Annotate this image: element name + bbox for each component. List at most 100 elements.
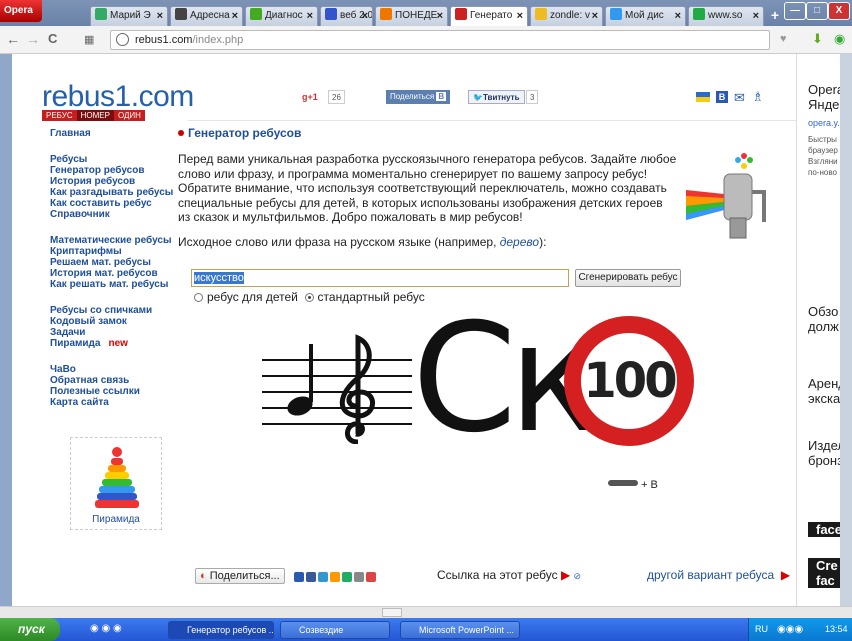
nav-link[interactable]: Карта сайта xyxy=(50,397,109,408)
nav-link[interactable]: Как решать мат. ребусы xyxy=(50,279,168,290)
mailru-icon[interactable] xyxy=(342,572,352,582)
horizontal-scrollbar[interactable] xyxy=(0,606,852,618)
livejournal-icon[interactable] xyxy=(354,572,364,582)
ad-block[interactable]: Cre fac xyxy=(808,558,840,588)
browser-tab[interactable]: Диагнос × xyxy=(245,6,318,26)
ad-text: Быстры браузер Взгляни по-ново xyxy=(808,135,838,177)
nav-link[interactable]: Математические ребусы xyxy=(50,235,172,246)
ad-block[interactable]: face xyxy=(808,522,840,537)
close-tab-icon[interactable]: × xyxy=(753,7,759,25)
nav-link[interactable]: Задачи xyxy=(50,327,85,338)
nav-link[interactable]: Ребусы со спичками xyxy=(50,305,152,316)
language-indicator[interactable]: RU xyxy=(755,618,768,641)
vk-icon[interactable] xyxy=(294,572,304,582)
download-icon[interactable]: ⬇ xyxy=(812,31,823,47)
close-window-button[interactable]: X xyxy=(828,2,850,20)
new-tab-button[interactable]: + xyxy=(767,8,783,24)
vk-icon[interactable]: B xyxy=(716,91,728,103)
ad-title-line2: fac xyxy=(816,573,835,588)
ukraine-flag-icon[interactable] xyxy=(696,92,710,102)
minimize-button[interactable]: — xyxy=(784,2,806,20)
nav-link[interactable]: Пирамида new xyxy=(50,338,128,349)
back-icon[interactable]: ← xyxy=(6,31,20,47)
nav-link-label: История ребусов xyxy=(50,176,136,187)
permalink[interactable]: Ссылка на этот ребус ▶ ⊘ xyxy=(437,568,581,582)
nav-link[interactable]: История ребусов xyxy=(50,176,135,187)
browser-tab[interactable]: веб 2.0 × xyxy=(320,6,373,26)
gplus-button[interactable]: g+1 xyxy=(302,90,318,104)
nav-link[interactable]: История мат. ребусов xyxy=(50,268,158,279)
nav-link-label: Ребусы со спичками xyxy=(50,305,153,316)
opera-menu-button[interactable]: Opera xyxy=(0,0,42,22)
ad-block[interactable]: OperaЯндек opera.y. Быстры браузер Взгляни… xyxy=(808,82,840,178)
ad-title-line2: долж xyxy=(808,319,839,334)
reload-icon[interactable]: C xyxy=(48,31,57,46)
nav-link[interactable]: Ребусы xyxy=(50,154,87,165)
nav-link[interactable]: Главная xyxy=(50,128,91,139)
task-powerpoint[interactable]: Microsoft PowerPoint ... xyxy=(400,621,520,639)
url-field[interactable]: rebus1.com/index.php xyxy=(110,30,770,50)
nav-link[interactable]: Обратная связь xyxy=(50,375,129,386)
nav-link[interactable]: Полезные ссылки xyxy=(50,386,140,397)
browser-tab[interactable]: Генерато × xyxy=(450,6,528,26)
nav-link-label: Карта сайта xyxy=(50,397,109,408)
close-tab-icon[interactable]: × xyxy=(675,7,681,25)
ad-block[interactable]: Арендэкска xyxy=(808,376,840,406)
quick-launch-icons[interactable]: ◉ ◉ ◉ xyxy=(90,623,122,634)
radio-standard[interactable]: стандартный ребус xyxy=(304,290,425,304)
example-link[interactable]: дерево xyxy=(500,235,539,249)
facebook-icon[interactable] xyxy=(306,572,316,582)
nav-link[interactable]: ЧаВо xyxy=(50,364,76,375)
close-tab-icon[interactable]: × xyxy=(157,7,163,25)
mail-icon[interactable]: ✉ xyxy=(734,90,745,106)
close-tab-icon[interactable]: × xyxy=(437,7,443,25)
nav-link[interactable]: Кодовый замок xyxy=(50,316,127,327)
close-tab-icon[interactable]: × xyxy=(362,7,368,25)
browser-tab[interactable]: Марий Э × xyxy=(90,6,168,26)
tweet-button[interactable]: 🐦Твитнуть xyxy=(468,90,525,104)
site-logo[interactable]: rebus1.com РЕБУС НОМЕР ОДИН xyxy=(42,80,194,121)
nav-link[interactable]: Криптарифмы xyxy=(50,246,122,257)
google-icon[interactable] xyxy=(366,572,376,582)
vertical-scrollbar[interactable] xyxy=(840,54,852,606)
maximize-button[interactable]: □ xyxy=(806,2,828,20)
odnoklassniki-icon[interactable] xyxy=(330,572,340,582)
browser-tab[interactable]: Мой дис × xyxy=(605,6,686,26)
task-opera[interactable]: Генератор ребусов ... xyxy=(168,621,274,639)
browser-tab[interactable]: zondle: v × xyxy=(530,6,603,26)
generate-rebus-button[interactable]: Сгенерировать ребус xyxy=(575,269,681,287)
radio-selected-icon xyxy=(304,293,314,302)
close-tab-icon[interactable]: × xyxy=(307,7,313,25)
vk-share-button[interactable]: Поделиться B xyxy=(386,90,451,104)
task-folder[interactable]: Созвездие xyxy=(280,621,390,639)
other-variant-link[interactable]: другой вариант ребуса ▶ xyxy=(647,568,790,582)
rebus-action-bar: ◐ Поделиться... Ссылка на этот ребус ▶ ⊘… xyxy=(192,567,792,585)
forward-icon[interactable]: → xyxy=(26,31,40,47)
start-button[interactable]: пуск xyxy=(0,618,60,641)
twitter-icon[interactable] xyxy=(318,572,328,582)
share-button[interactable]: ◐ Поделиться... xyxy=(195,568,285,584)
nav-link[interactable]: Генератор ребусов xyxy=(50,165,144,176)
scroll-thumb[interactable] xyxy=(382,608,402,617)
rebus-phrase-input[interactable]: искусство xyxy=(191,269,569,287)
task-powerpoint-label: Microsoft PowerPoint ... xyxy=(419,625,515,635)
tray-icons[interactable]: ◉◉◉ xyxy=(777,618,803,641)
ad-block[interactable]: Изделбронз xyxy=(808,438,840,468)
radio-kids[interactable]: ребус для детей xyxy=(194,290,298,304)
close-tab-icon[interactable]: × xyxy=(517,7,523,25)
nav-link[interactable]: Решаем мат. ребусы xyxy=(50,257,151,268)
browser-tab[interactable]: www.so × xyxy=(688,6,764,26)
extension-icon[interactable]: ◉ xyxy=(834,31,845,47)
nav-link[interactable]: Справочник xyxy=(50,209,110,220)
ad-block[interactable]: Обзо долж xyxy=(808,304,839,334)
speed-dial-icon[interactable]: ▦ xyxy=(84,33,94,46)
nav-link[interactable]: Как разгадывать ребусы xyxy=(50,187,173,198)
close-tab-icon[interactable]: × xyxy=(592,7,598,25)
close-tab-icon[interactable]: × xyxy=(232,7,238,25)
browser-tab[interactable]: Адресна × xyxy=(170,6,243,26)
pyramid-promo[interactable]: Пирамида xyxy=(70,437,162,530)
bookmark-heart-icon[interactable]: ♥ xyxy=(780,33,787,45)
sitemap-icon[interactable]: ♗ xyxy=(752,89,764,105)
browser-tab[interactable]: ПОНЕДЕ × xyxy=(375,6,448,26)
nav-link[interactable]: Как составить ребус xyxy=(50,198,152,209)
